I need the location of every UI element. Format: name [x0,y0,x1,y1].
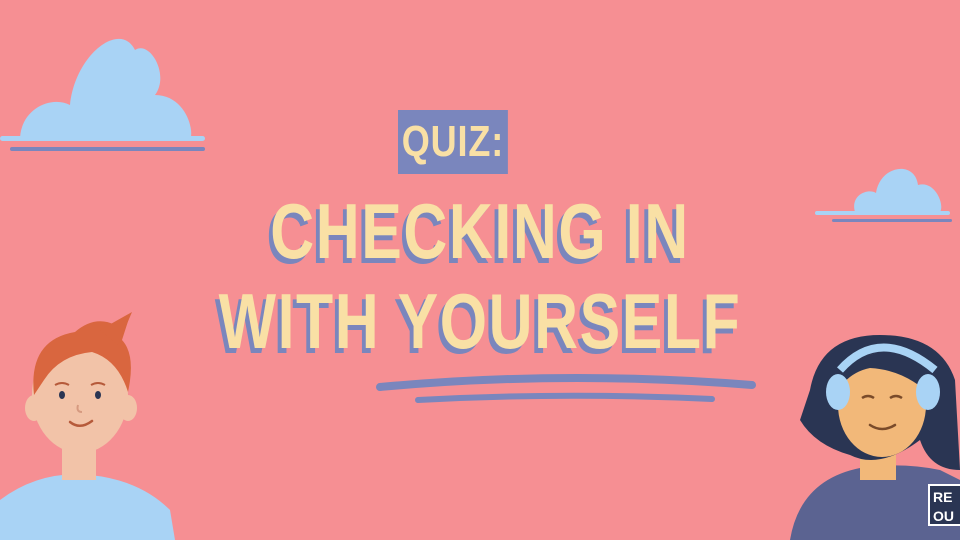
brand-logo: RE OU [928,484,960,526]
page-title-line-2: WITH YOURSELF [218,277,742,365]
brand-logo-line-1: RE [933,489,953,505]
cloud-left [0,38,205,151]
quiz-badge: QUIZ: [398,110,508,174]
page-title-line-1: CHECKING IN [270,187,690,275]
brand-logo-line-2: OU [933,508,954,524]
title-underline [376,373,756,403]
